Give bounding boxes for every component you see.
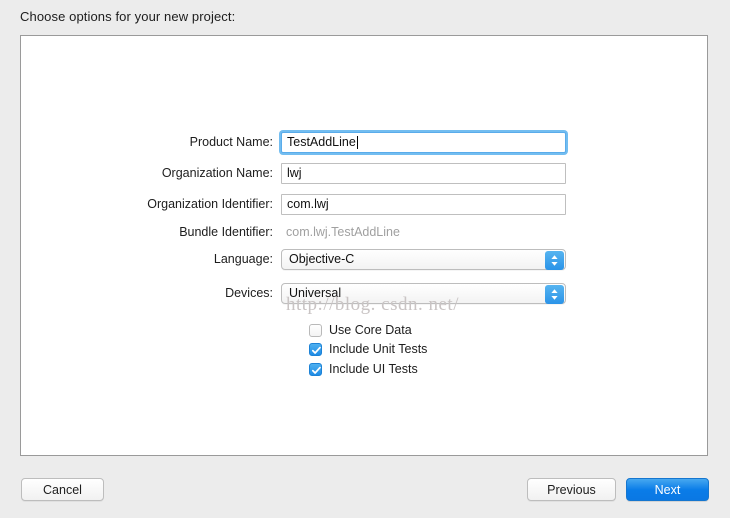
form-row-language: Language: Objective-C <box>21 248 707 270</box>
label-devices: Devices: <box>21 286 281 300</box>
options-panel: Product Name: TestAddLine Organization Nam… <box>20 35 708 456</box>
next-button[interactable]: Next <box>626 478 709 501</box>
form-row-bundle-identifier: Bundle Identifier:com.lwj.TestAddLine <box>21 221 707 243</box>
select-value-devices: Universal <box>289 286 341 300</box>
checkbox-label: Include UI Tests <box>329 362 418 376</box>
label-product-name: Product Name: <box>21 135 281 149</box>
previous-button[interactable]: Previous <box>527 478 616 501</box>
label-language: Language: <box>21 252 281 266</box>
new-project-options-dialog: Choose options for your new project: Pro… <box>0 0 730 518</box>
label-organization-identifier: Organization Identifier: <box>21 197 281 211</box>
label-bundle-identifier: Bundle Identifier: <box>21 225 281 239</box>
form-row-product-name: Product Name: TestAddLine <box>21 131 707 153</box>
checkbox-empty-icon[interactable] <box>309 324 322 337</box>
checkbox-label: Use Core Data <box>329 323 412 337</box>
form-row-organization-name: Organization Name: <box>21 162 707 184</box>
checkbox-include-ui-tests[interactable]: Include UI Tests <box>309 360 418 378</box>
input-organization-name[interactable] <box>281 163 566 184</box>
form-row-organization-identifier: Organization Identifier: <box>21 193 707 215</box>
select-devices[interactable]: Universal <box>281 283 566 304</box>
input-organization-identifier[interactable] <box>281 194 566 215</box>
form-row-devices: Devices: Universal <box>21 282 707 304</box>
input-value-product-name: TestAddLine <box>287 135 356 149</box>
select-value-language: Objective-C <box>289 252 354 266</box>
checkbox-use-core-data[interactable]: Use Core Data <box>309 321 412 339</box>
text-caret <box>357 136 358 149</box>
checkmark-icon[interactable] <box>309 363 322 376</box>
checkbox-label: Include Unit Tests <box>329 342 427 356</box>
checkmark-icon[interactable] <box>309 343 322 356</box>
select-language[interactable]: Objective-C <box>281 249 566 270</box>
static-value-bundle-identifier: com.lwj.TestAddLine <box>281 225 400 239</box>
label-organization-name: Organization Name: <box>21 166 281 180</box>
cancel-button[interactable]: Cancel <box>21 478 104 501</box>
chevron-up-down-icon[interactable] <box>545 285 564 304</box>
chevron-up-down-icon[interactable] <box>545 251 564 270</box>
checkbox-include-unit-tests[interactable]: Include Unit Tests <box>309 340 427 358</box>
input-product-name[interactable]: TestAddLine <box>281 132 566 153</box>
page-title: Choose options for your new project: <box>20 9 235 24</box>
